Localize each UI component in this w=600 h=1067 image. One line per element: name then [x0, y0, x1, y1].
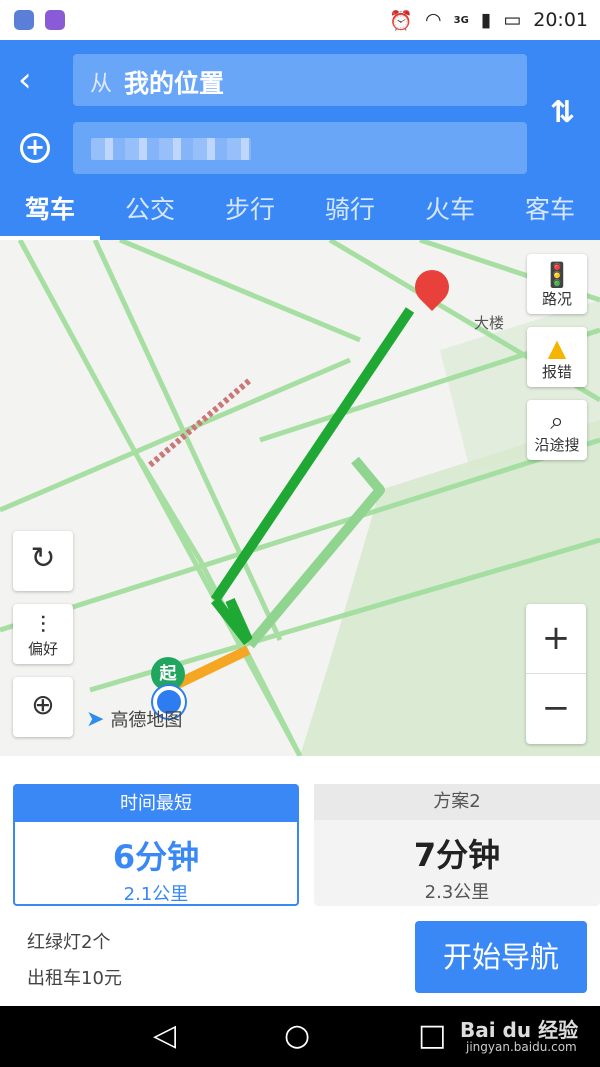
- report-label: 报错: [541, 363, 572, 381]
- plan-distance: 2.3公里: [424, 882, 490, 903]
- zoom-out-button[interactable]: −: [526, 674, 586, 744]
- amap-logo: ➤ 高德地图: [86, 706, 182, 732]
- logo-text: 高德地图: [110, 710, 183, 731]
- wifi-icon: ◠: [425, 9, 442, 31]
- start-navigation-button[interactable]: 开始导航: [415, 921, 587, 993]
- preference-button[interactable]: ⫶ 偏好: [13, 604, 73, 664]
- zoom-control: + −: [526, 604, 586, 744]
- gallery-app-icon: [45, 10, 65, 30]
- map-canvas: [0, 240, 600, 756]
- tab-coach[interactable]: 客车: [500, 188, 600, 240]
- destination-field[interactable]: [73, 122, 527, 174]
- warning-icon: ▲: [547, 334, 567, 362]
- tab-train[interactable]: 火车: [400, 188, 500, 240]
- from-prefix: 从: [90, 72, 113, 97]
- tab-bike[interactable]: 骑行: [300, 188, 400, 240]
- network-type: 3G: [453, 14, 469, 26]
- status-bar: ⏰ ◠ 3G ▮ ▭ 20:01: [0, 0, 600, 40]
- home-circle-icon[interactable]: ○: [284, 1020, 310, 1052]
- crosshair-icon: ⊕: [31, 688, 55, 721]
- alarm-icon: ⏰: [389, 9, 414, 32]
- refresh-button[interactable]: ↻: [13, 531, 73, 591]
- zoom-in-button[interactable]: +: [526, 604, 586, 674]
- origin-field[interactable]: 从 我的位置: [73, 54, 527, 106]
- add-waypoint-icon[interactable]: +: [20, 133, 50, 163]
- plan-card-fastest[interactable]: 时间最短 6分钟 2.1公里: [13, 784, 299, 906]
- back-triangle-icon[interactable]: ◁: [153, 1020, 176, 1052]
- search-icon: ⌕: [550, 407, 564, 435]
- system-nav-bar: ◁ ○ □ Bai du 经验 jingyan.baidu.com: [0, 1006, 600, 1067]
- preference-label: 偏好: [27, 640, 58, 658]
- building-label: 大楼: [474, 314, 505, 332]
- report-error-button[interactable]: ▲ 报错: [527, 327, 587, 387]
- baidu-watermark-url: jingyan.baidu.com: [466, 1040, 577, 1054]
- amap-plane-icon: ➤: [86, 706, 105, 732]
- plan-name: 方案2: [314, 784, 600, 820]
- along-search-label: 沿途搜: [534, 436, 580, 454]
- battery-icon: ▭: [503, 9, 522, 31]
- destination-blurred-text: [91, 138, 251, 160]
- plan-name: 时间最短: [15, 786, 297, 822]
- tab-walk[interactable]: 步行: [200, 188, 300, 240]
- route-header: ‹ 从 我的位置 + ⇅ 驾车 公交 步行 骑行 火车 客车: [0, 40, 600, 240]
- plan-duration: 6分钟: [112, 838, 200, 876]
- origin-value: 我的位置: [124, 69, 225, 98]
- plan-distance: 2.1公里: [123, 884, 189, 905]
- tab-bus[interactable]: 公交: [100, 188, 200, 240]
- recents-square-icon[interactable]: □: [418, 1020, 446, 1052]
- signal-icon: ▮: [480, 9, 492, 31]
- location-app-icon: [14, 10, 34, 30]
- taxi-fare: 出租车10元: [27, 968, 122, 989]
- swap-direction-icon[interactable]: ⇅: [550, 95, 575, 130]
- back-arrow-icon[interactable]: ‹: [18, 62, 48, 98]
- clock: 20:01: [533, 9, 588, 31]
- transport-tabs: 驾车 公交 步行 骑行 火车 客车: [0, 188, 600, 240]
- tab-drive[interactable]: 驾车: [0, 188, 100, 240]
- traffic-button[interactable]: 🚦 路况: [527, 254, 587, 314]
- traffic-label: 路况: [541, 290, 572, 308]
- route-plans-panel: 时间最短 6分钟 2.1公里 方案2 7分钟 2.3公里 红绿灯2个 出租车10…: [0, 756, 600, 1006]
- baidu-watermark: Bai du 经验: [460, 1018, 579, 1042]
- traffic-light-icon: 🚦: [542, 261, 572, 289]
- sliders-icon: ⫶: [40, 611, 46, 639]
- along-route-search-button[interactable]: ⌕ 沿途搜: [527, 400, 587, 460]
- plan-duration: 7分钟: [413, 836, 501, 874]
- map-view[interactable]: 大楼 🚦 路况 ▲ 报错 ⌕ 沿途搜 ↻ ⫶ 偏好 ⊕ 起 ➤ 高德地图 + −: [0, 240, 600, 756]
- traffic-lights-count: 红绿灯2个: [27, 932, 111, 953]
- status-right: ⏰ ◠ 3G ▮ ▭ 20:01: [389, 6, 588, 34]
- plan-card-2[interactable]: 方案2 7分钟 2.3公里: [314, 784, 600, 906]
- locate-button[interactable]: ⊕: [13, 677, 73, 737]
- refresh-icon: ↻: [30, 541, 56, 576]
